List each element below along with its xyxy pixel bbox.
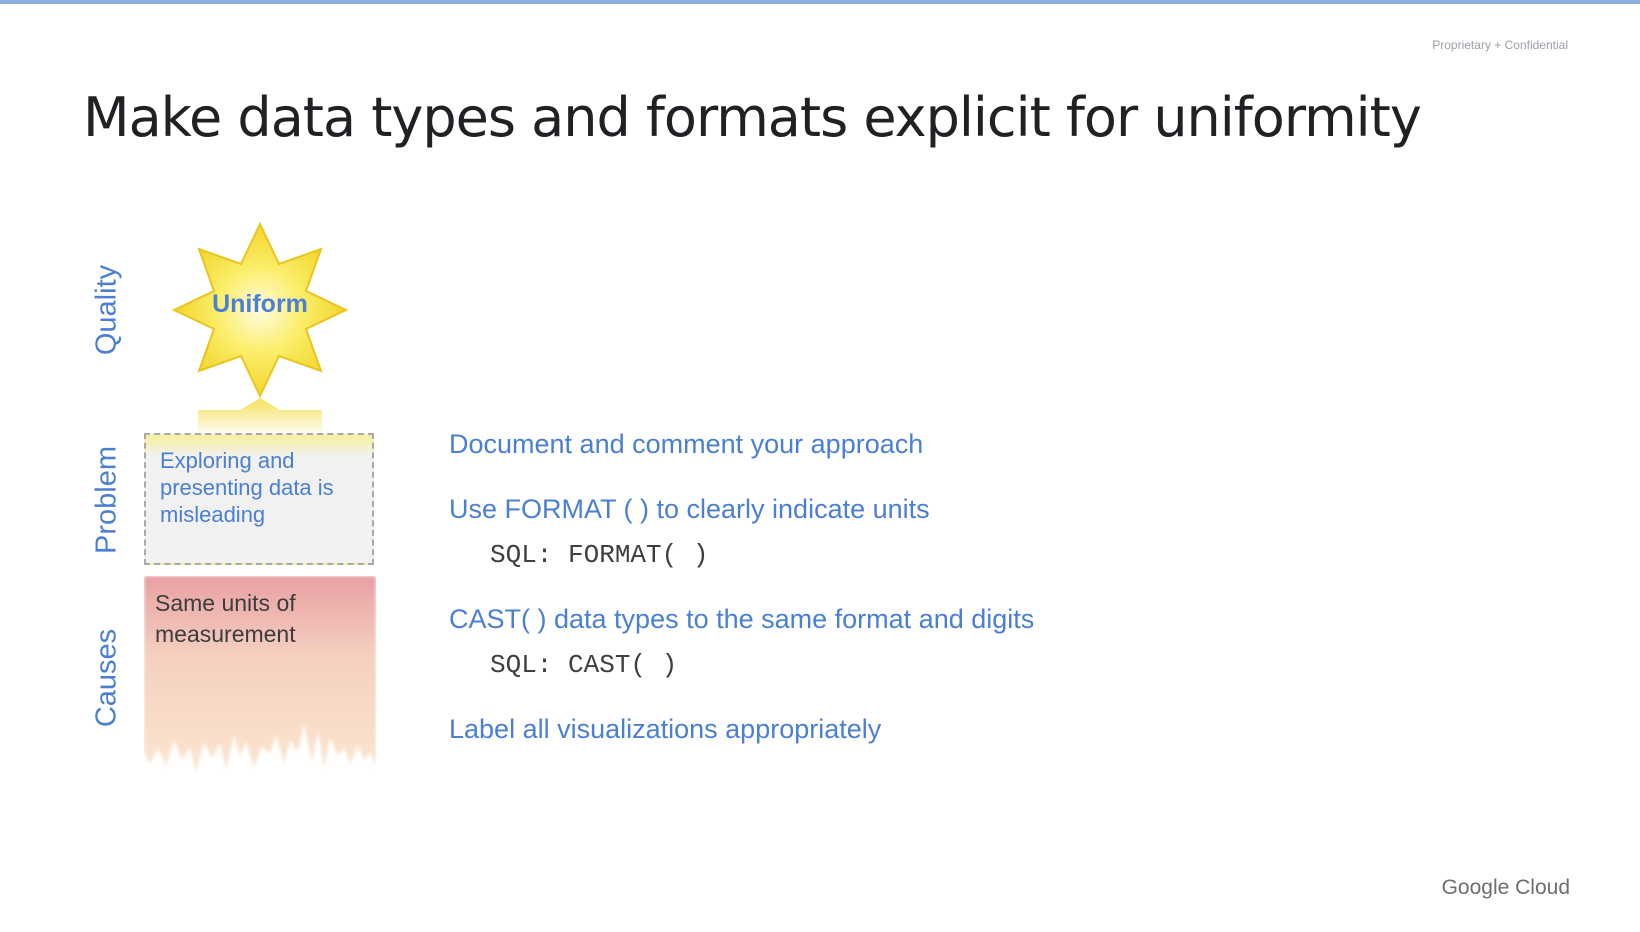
top-accent-bar (0, 0, 1640, 4)
causes-box: Same units of measurement (144, 576, 376, 784)
item-use-format: Use FORMAT ( ) to clearly indicate units (449, 494, 930, 524)
slide-title: Make data types and formats explicit for… (83, 86, 1422, 149)
item-cast-types: CAST( ) data types to the same format an… (449, 604, 1035, 634)
problem-box: Exploring and presenting data is mislead… (144, 433, 374, 565)
quality-label: Quality (90, 264, 123, 356)
item-document-approach: Document and comment your approach (449, 429, 924, 459)
sun-label: Uniform (212, 290, 308, 318)
code-format: SQL: FORMAT( ) (490, 540, 709, 570)
causes-text: Same units of measurement (155, 590, 296, 647)
problem-label: Problem (90, 446, 123, 554)
confidential-label: Proprietary + Confidential (1432, 38, 1568, 52)
problem-text: Exploring and presenting data is mislead… (160, 448, 334, 527)
google-cloud-logo: Google Cloud (1441, 876, 1570, 899)
code-cast: SQL: CAST( ) (490, 650, 678, 680)
causes-label: Causes (90, 628, 123, 728)
sun-reflection (198, 398, 322, 436)
item-label-visualizations: Label all visualizations appropriately (449, 714, 882, 744)
